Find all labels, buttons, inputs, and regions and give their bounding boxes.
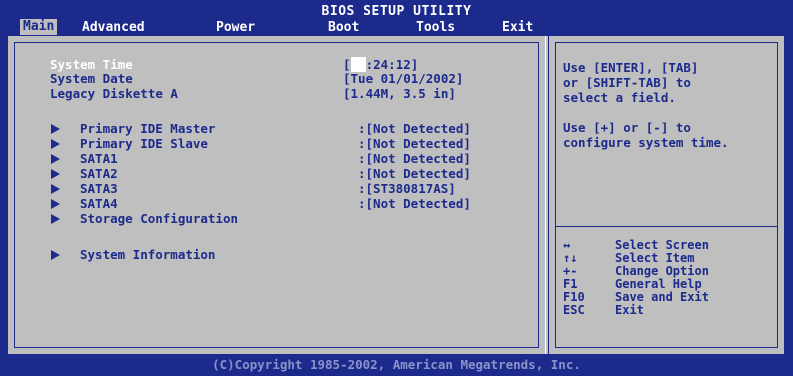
key-description: Change Option [615, 264, 709, 278]
submenu-arrow-icon [51, 250, 60, 260]
tab-power[interactable]: Power [216, 20, 255, 35]
system-information-label: System Information [80, 247, 216, 262]
system-date-value[interactable]: [Tue 01/01/2002] [343, 71, 463, 86]
submenu-label: SATA3 [80, 181, 118, 196]
time-cursor[interactable]: 01 [350, 57, 366, 72]
submenu-arrow-icon [51, 139, 60, 149]
submenu-arrow-icon [51, 184, 60, 194]
legacy-diskette-label: Legacy Diskette A [50, 86, 178, 101]
submenu-label: SATA2 [80, 166, 118, 181]
key-name: F1 [563, 277, 578, 291]
key-name: ↑↓ [563, 251, 578, 265]
submenu-arrow-icon [51, 169, 60, 179]
help-text-configure: Use [+] or [-] to configure system time. [563, 120, 729, 150]
tab-boot[interactable]: Boot [328, 20, 359, 35]
bios-screen: BIOS SETUP UTILITY Main Advanced Power B… [0, 0, 793, 376]
tab-main[interactable]: Main [20, 19, 58, 35]
legacy-diskette-value[interactable]: [1.44M, 3.5 in] [343, 86, 456, 101]
help-text-navigation: Use [ENTER], [TAB] or [SHIFT-TAB] to sel… [563, 60, 699, 105]
key-description: Save and Exit [615, 290, 709, 304]
main-panel: System Time [01:24:12] System Date [Tue … [8, 36, 784, 354]
key-name: F10 [563, 290, 585, 304]
submenu-value: :[Not Detected] [358, 121, 471, 136]
key-description: Exit [615, 303, 644, 317]
tab-exit[interactable]: Exit [502, 20, 533, 35]
submenu-arrow-icon [51, 124, 60, 134]
help-divider [555, 226, 778, 227]
submenu-label: Storage Configuration [80, 211, 239, 226]
key-description: General Help [615, 277, 702, 291]
submenu-label: Primary IDE Slave [80, 136, 208, 151]
system-time-label: System Time [50, 57, 133, 72]
tab-tools[interactable]: Tools [416, 20, 455, 35]
tab-advanced[interactable]: Advanced [82, 20, 145, 35]
copyright-footer: (C)Copyright 1985-2002, American Megatre… [0, 354, 793, 376]
submenu-arrow-icon [51, 154, 60, 164]
submenu-value: :[ST380817AS] [358, 181, 456, 196]
bios-title: BIOS SETUP UTILITY [321, 4, 472, 19]
submenu-value: :[Not Detected] [358, 166, 471, 181]
help-pane: Use [ENTER], [TAB] or [SHIFT-TAB] to sel… [549, 36, 784, 354]
key-name: ↔ [563, 238, 571, 252]
submenu-arrow-icon [51, 199, 60, 209]
submenu-label: Primary IDE Master [80, 121, 216, 136]
submenu-value: :[Not Detected] [358, 136, 471, 151]
key-name: +- [563, 264, 578, 278]
submenu-value: :[Not Detected] [358, 151, 471, 166]
system-date-label: System Date [50, 71, 133, 86]
key-name: ESC [563, 303, 585, 317]
system-time-value[interactable]: [01:24:12] [343, 57, 418, 72]
settings-pane: System Time [01:24:12] System Date [Tue … [8, 36, 545, 354]
key-description: Select Screen [615, 238, 709, 252]
submenu-arrow-icon [51, 214, 60, 224]
top-bar: BIOS SETUP UTILITY Main Advanced Power B… [0, 0, 793, 35]
submenu-label: SATA4 [80, 196, 118, 211]
key-description: Select Item [615, 251, 695, 265]
submenu-label: SATA1 [80, 151, 118, 166]
submenu-value: :[Not Detected] [358, 196, 471, 211]
